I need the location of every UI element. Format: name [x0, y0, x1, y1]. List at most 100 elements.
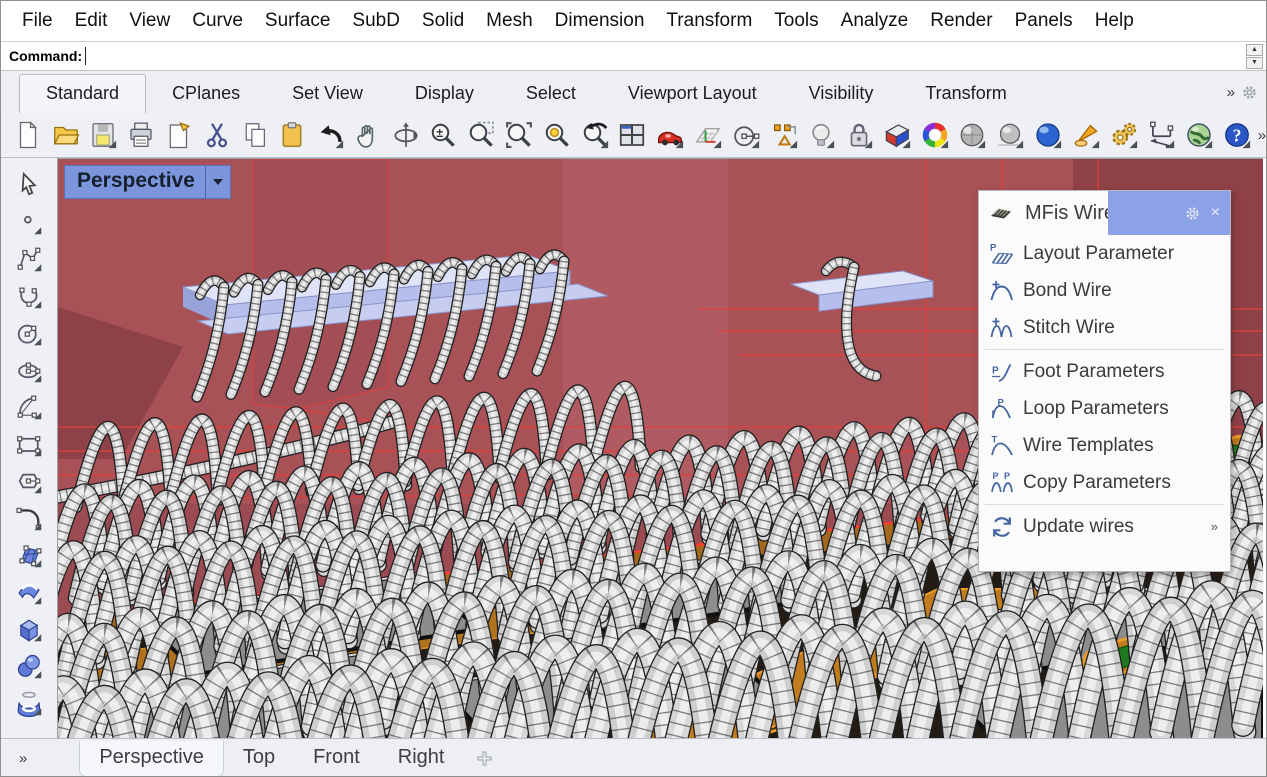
sidebar-ellipse-button[interactable] [11, 351, 47, 388]
sidebar-select-button[interactable] [11, 166, 47, 203]
toolbar-zoom-dynamic-button[interactable]: ± [425, 116, 463, 154]
toolbar-ghosted-view-button[interactable] [991, 116, 1029, 154]
toolbar-spotlight-button[interactable] [1067, 116, 1105, 154]
sidebar-sphere-button[interactable] [11, 647, 47, 684]
menu-solid[interactable]: Solid [411, 10, 475, 32]
menu-help[interactable]: Help [1084, 10, 1145, 32]
toolbar-radius-button[interactable] [727, 116, 765, 154]
menu-surface[interactable]: Surface [254, 10, 341, 32]
toolbar-help-button[interactable]: ? [1218, 116, 1256, 154]
viewport-tab-top[interactable]: Top [224, 741, 294, 776]
toolbar-viewport-layout-button[interactable] [614, 116, 652, 154]
menu-render[interactable]: Render [919, 10, 1003, 32]
toolbar-shaded-view-button[interactable] [954, 116, 992, 154]
menu-panels[interactable]: Panels [1004, 10, 1084, 32]
sidebar-polyline-button[interactable] [11, 240, 47, 277]
menu-analyze[interactable]: Analyze [830, 10, 920, 32]
toolbar-pan-button[interactable] [349, 116, 387, 154]
toolbar-zoom-extents-button[interactable] [500, 116, 538, 154]
close-icon[interactable]: × [1211, 205, 1220, 221]
sidebar-overflow-button[interactable]: » [19, 750, 27, 767]
toolbar-save-button[interactable] [85, 116, 123, 154]
toolbar-color-wheel-button[interactable] [916, 116, 954, 154]
menu-subd[interactable]: SubD [341, 10, 411, 32]
panel-item-stitch-wire[interactable]: Stitch Wire [979, 309, 1230, 346]
sidebar-circle-button[interactable] [11, 314, 47, 351]
toolbar-tab-cplanes[interactable]: CPlanes [146, 75, 266, 113]
sidebar-fillet-curves-button[interactable] [11, 499, 47, 536]
menu-tools[interactable]: Tools [763, 10, 829, 32]
menu-file[interactable]: File [11, 10, 64, 32]
command-bar[interactable]: Command: ▲ ▼ [1, 41, 1266, 71]
viewport-tab-perspective[interactable]: Perspective [79, 741, 224, 777]
toolbar-tab-select[interactable]: Select [500, 75, 602, 113]
toolbar-cplane-button[interactable] [689, 116, 727, 154]
panel-item-overflow[interactable]: » [1211, 519, 1218, 534]
viewport-tab-front[interactable]: Front [294, 741, 379, 776]
menu-view[interactable]: View [118, 10, 181, 32]
toolbar-cut-button[interactable] [198, 116, 236, 154]
panel-item-update-wires[interactable]: Update wires» [979, 508, 1230, 545]
command-history-spinner[interactable]: ▲ ▼ [1246, 44, 1263, 69]
open-file-icon [51, 120, 81, 150]
toolbar-tab-display[interactable]: Display [389, 75, 500, 113]
sidebar-polygon-button[interactable] [11, 462, 47, 499]
toolbar-print-button[interactable] [122, 116, 160, 154]
toolbar-new-document-button[interactable] [9, 116, 47, 154]
panel-item-loop-parameters[interactable]: PLoop Parameters [979, 390, 1230, 427]
toolbar-display-wedge-button[interactable] [878, 116, 916, 154]
panel-item-layout-parameter[interactable]: PLayout Parameter [979, 235, 1230, 272]
add-viewport-icon[interactable] [477, 751, 492, 766]
gear-icon[interactable] [1241, 84, 1258, 101]
sidebar-revolve-button[interactable] [11, 684, 47, 721]
toolbar-export-button[interactable] [160, 116, 198, 154]
toolbar-paste-button[interactable] [273, 116, 311, 154]
menu-mesh[interactable]: Mesh [475, 10, 543, 32]
menu-transform[interactable]: Transform [655, 10, 763, 32]
sidebar-surface-from-points-button[interactable] [11, 536, 47, 573]
toolbar-named-view-button[interactable] [651, 116, 689, 154]
viewport-title-dropdown[interactable]: Perspective [64, 165, 231, 199]
toolbar-tab-standard[interactable]: Standard [19, 74, 146, 113]
toolbar-undo-button[interactable] [311, 116, 349, 154]
toolbar-earth-button[interactable] [1180, 116, 1218, 154]
toolbar-zoom-selected-button[interactable] [538, 116, 576, 154]
sidebar-single-point-button[interactable] [11, 203, 47, 240]
panel-item-foot-parameters[interactable]: PFoot Parameters [979, 353, 1230, 390]
menu-curve[interactable]: Curve [181, 10, 254, 32]
toolbar-overflow-button[interactable]: » [1258, 127, 1266, 144]
toolbar-options-button[interactable] [1105, 116, 1143, 154]
toolbar-dimension-tool-button[interactable] [1142, 116, 1180, 154]
spinner-down-button[interactable]: ▼ [1246, 57, 1263, 69]
viewport-perspective[interactable]: Perspective MFis Wire × PLayout Paramete… [58, 158, 1263, 738]
toolbar-copy-button[interactable] [236, 116, 274, 154]
toolbar-tab-visibility[interactable]: Visibility [783, 75, 900, 113]
panel-item-copy-parameters[interactable]: PPCopy Parameters [979, 464, 1230, 501]
toolbar-tab-transform[interactable]: Transform [899, 75, 1032, 113]
toolbar-open-file-button[interactable] [47, 116, 85, 154]
toolbar-light-button[interactable] [802, 116, 840, 154]
gear-icon[interactable] [1184, 205, 1201, 222]
sidebar-box-button[interactable] [11, 610, 47, 647]
menu-edit[interactable]: Edit [64, 10, 119, 32]
viewport-tab-right[interactable]: Right [379, 741, 464, 776]
sidebar-rectangle-button[interactable] [11, 425, 47, 462]
chevron-down-icon[interactable] [205, 166, 230, 198]
sidebar-patch-surface-button[interactable] [11, 573, 47, 610]
toolbar-rotate-view-button[interactable] [387, 116, 425, 154]
toolbar-tab-set-view[interactable]: Set View [266, 75, 389, 113]
sidebar-control-point-curve-button[interactable] [11, 277, 47, 314]
toolbar-rendered-view-button[interactable] [1029, 116, 1067, 154]
mfis-panel-header[interactable]: MFis Wire × [979, 191, 1230, 235]
toolbar-lock-button[interactable] [840, 116, 878, 154]
toolbar-points-button[interactable] [765, 116, 803, 154]
panel-item-wire-templates[interactable]: TWire Templates [979, 427, 1230, 464]
menu-dimension[interactable]: Dimension [544, 10, 656, 32]
toolbar-zoom-window-button[interactable] [462, 116, 500, 154]
tab-overflow-button[interactable]: » [1227, 84, 1235, 101]
spinner-up-button[interactable]: ▲ [1246, 44, 1263, 56]
sidebar-arc-button[interactable] [11, 388, 47, 425]
toolbar-tab-viewport-layout[interactable]: Viewport Layout [602, 75, 783, 113]
toolbar-zoom-back-button[interactable] [576, 116, 614, 154]
panel-item-bond-wire[interactable]: Bond Wire [979, 272, 1230, 309]
